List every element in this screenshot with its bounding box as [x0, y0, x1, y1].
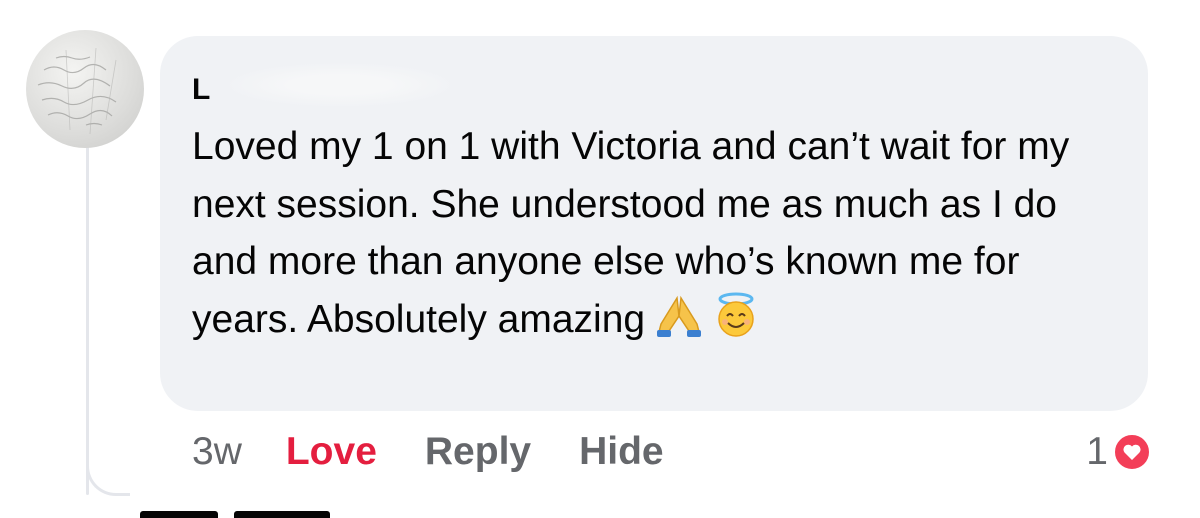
thread-connector [86, 452, 130, 496]
reaction-summary[interactable]: 1 [1086, 428, 1152, 476]
comment-actions: 3w Love Reply Hide [192, 428, 712, 476]
smiling-face-with-halo-icon [713, 292, 759, 355]
love-button[interactable]: Love [286, 430, 377, 474]
next-author-text-fragment [234, 511, 331, 518]
author-redaction [222, 62, 458, 108]
comment-author[interactable]: L [192, 72, 210, 108]
avatar[interactable] [26, 30, 144, 148]
folded-hands-icon [653, 294, 705, 355]
reaction-count: 1 [1086, 430, 1108, 473]
comment-body: Loved my 1 on 1 with Victoria and can’t … [192, 125, 1081, 341]
reply-button[interactable]: Reply [425, 430, 531, 474]
comment-thread: L Loved my 1 on 1 with Victoria and can’… [0, 0, 1200, 518]
hide-button[interactable]: Hide [579, 430, 664, 474]
avatar-image [37, 47, 117, 135]
comment-text: Loved my 1 on 1 with Victoria and can’t … [192, 118, 1132, 354]
next-author-text-fragment [140, 511, 218, 518]
thread-line [86, 140, 89, 495]
comment-timestamp[interactable]: 3w [192, 430, 242, 474]
heart-reaction-icon [1112, 432, 1152, 472]
next-comment-author-partial [140, 508, 380, 518]
